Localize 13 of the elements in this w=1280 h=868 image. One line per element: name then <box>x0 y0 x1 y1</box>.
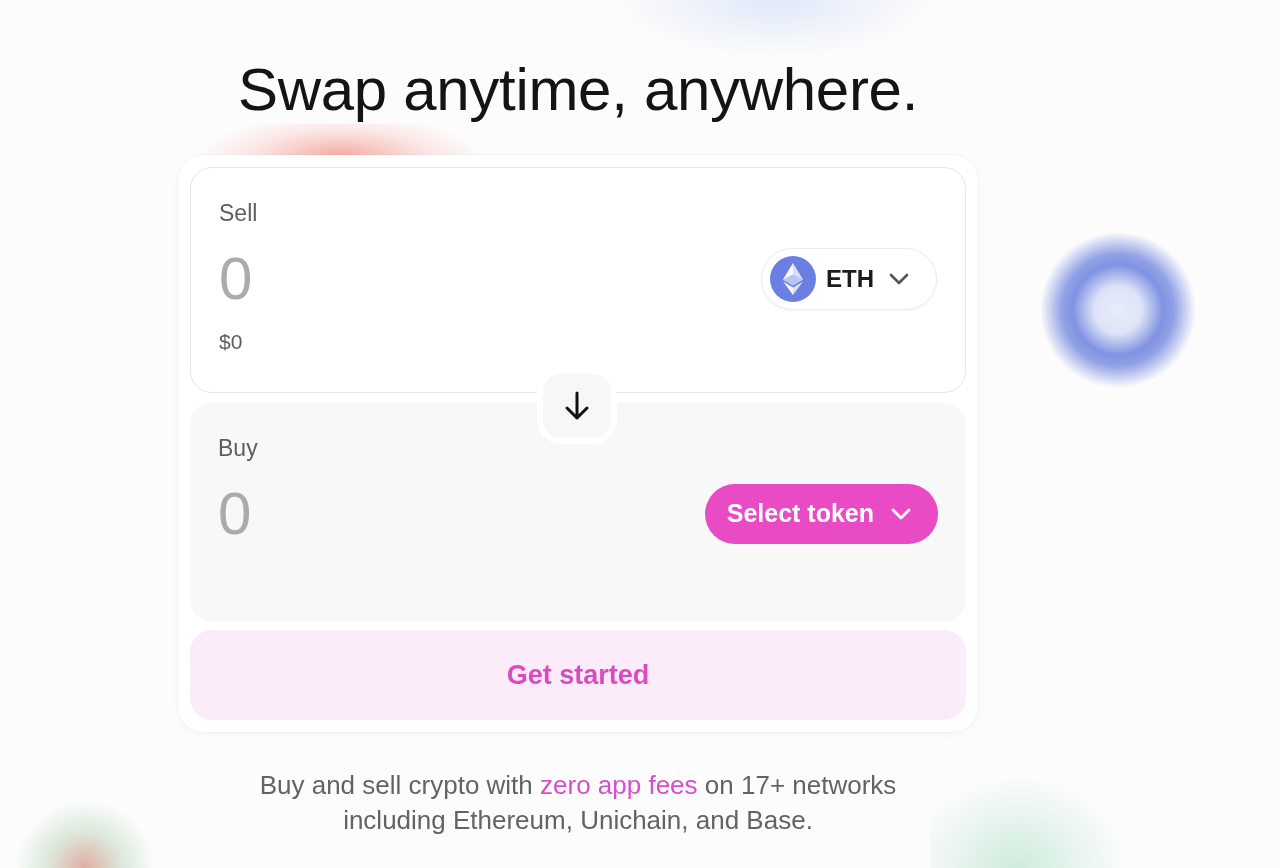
buy-amount-input[interactable]: 0 <box>218 483 518 545</box>
fiat-value: $0 <box>219 329 243 355</box>
get-started-button[interactable]: Get started <box>190 630 966 720</box>
flip-direction-button[interactable] <box>543 374 611 438</box>
token-selector[interactable]: ETH <box>761 248 937 310</box>
select-token-button[interactable]: Select token <box>704 484 938 544</box>
page-heading: Swap anytime, anywhere. <box>237 58 919 122</box>
zero-fees-link[interactable]: zero app fees <box>540 770 698 800</box>
sell-amount-input[interactable]: 0 <box>219 248 519 310</box>
footer-text: Buy and sell crypto with zero app fees on 17+ networks including Ethereum, Unichain, and Base. <box>258 769 898 837</box>
buy-label: Buy <box>218 434 258 463</box>
ether-coin-icon <box>770 256 816 302</box>
sell-label: Sell <box>219 199 258 228</box>
